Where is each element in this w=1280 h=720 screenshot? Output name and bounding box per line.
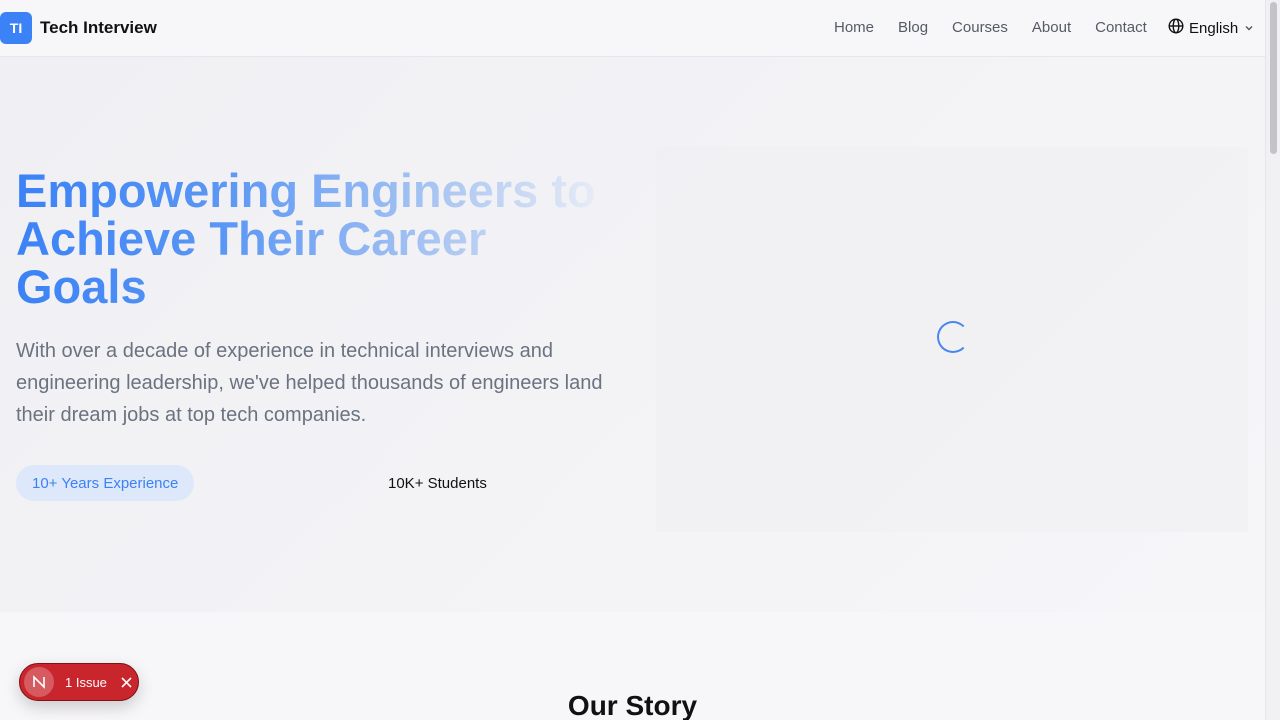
hero-section: Empowering Engineers to Achieve Their Ca… — [0, 57, 1265, 612]
spinner-icon — [937, 321, 969, 353]
logo[interactable]: TI Tech Interview — [0, 12, 157, 44]
hero-title: Empowering Engineers to Achieve Their Ca… — [16, 167, 616, 311]
hero-media — [656, 147, 1248, 532]
experience-badge: 10+ Years Experience — [16, 465, 195, 501]
site-header: TI Tech Interview Home Blog Courses Abou… — [0, 0, 1265, 57]
nav-courses[interactable]: Courses — [952, 18, 1008, 38]
nav-home[interactable]: Home — [834, 18, 874, 38]
close-icon[interactable] — [121, 676, 132, 688]
issue-count-label: 1 Issue — [65, 674, 107, 690]
students-stat: 10K+ Students — [388, 475, 487, 492]
nav-about[interactable]: About — [1032, 18, 1071, 38]
chevron-down-icon — [1244, 20, 1254, 38]
dev-issues-badge[interactable]: 1 Issue — [19, 663, 139, 701]
nav-blog[interactable]: Blog — [898, 18, 928, 38]
nav-contact[interactable]: Contact — [1095, 18, 1147, 38]
hero-subtitle: With over a decade of experience in tech… — [16, 340, 603, 426]
nextjs-logo-icon — [24, 667, 54, 697]
page: TI Tech Interview Home Blog Courses Abou… — [0, 0, 1280, 720]
language-label: English — [1189, 19, 1239, 37]
section-title-our-story: Our Story — [567, 690, 698, 720]
globe-icon — [1168, 18, 1184, 39]
main-nav: Home Blog Courses About Contact — [834, 18, 1171, 38]
logo-badge: TI — [0, 12, 32, 44]
page-scrollbar[interactable] — [1265, 0, 1280, 720]
language-selector[interactable]: English — [1168, 18, 1254, 39]
scrollbar-thumb[interactable] — [1270, 2, 1277, 154]
logo-text: Tech Interview — [40, 18, 157, 37]
